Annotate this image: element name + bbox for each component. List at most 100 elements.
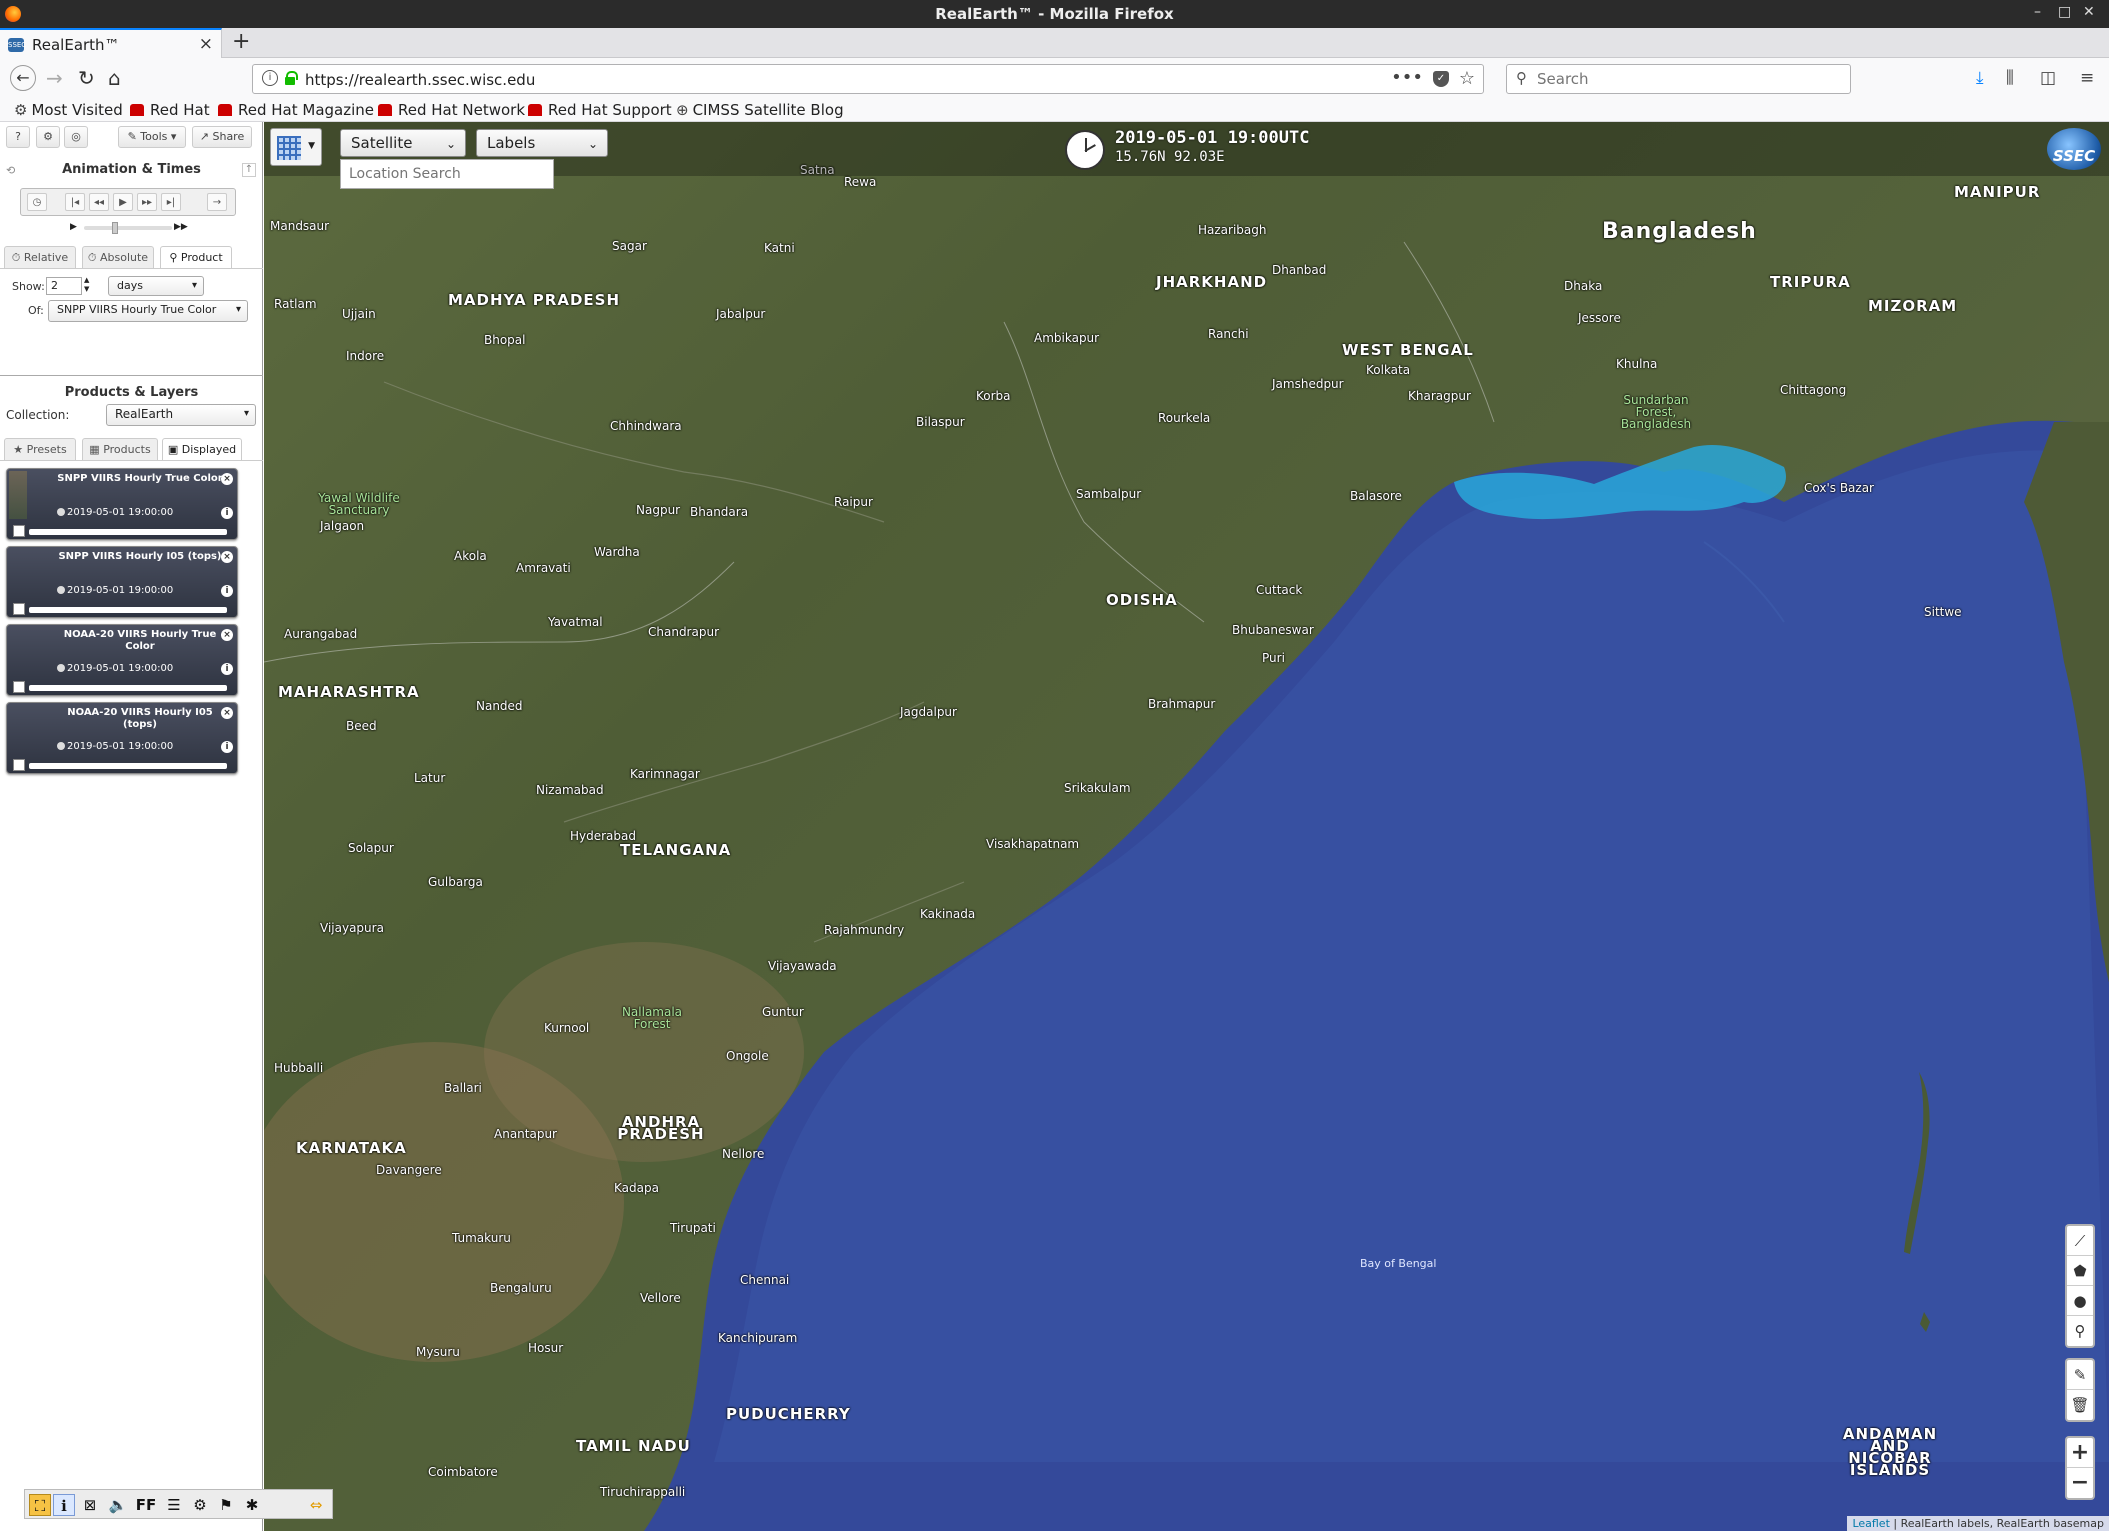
minimize-icon[interactable]: – (2034, 4, 2041, 20)
remove-layer-icon[interactable]: × (221, 629, 233, 641)
info-icon[interactable]: ℹ (53, 1494, 75, 1516)
layer-card[interactable]: SNPP VIIRS Hourly True Color × 2019-05-0… (6, 468, 238, 540)
menu-icon[interactable]: ≡ (2080, 68, 2094, 88)
close-box-icon[interactable]: ⊠ (79, 1494, 101, 1516)
show-count-input[interactable]: 2 (46, 277, 82, 295)
layer-info-icon[interactable]: i (221, 663, 233, 675)
play-button[interactable]: ▶ (113, 193, 133, 211)
clock-icon[interactable]: ◷ (27, 193, 47, 211)
show-unit-select[interactable]: days ▾ (108, 276, 204, 296)
back-button[interactable]: ← (10, 65, 36, 91)
menu-icon[interactable]: ☰ (163, 1494, 185, 1516)
browser-tab[interactable]: SSEC RealEarth™ × (0, 28, 222, 59)
bookmark-red-hat[interactable]: Red Hat (130, 101, 210, 119)
settings-gear-icon[interactable]: ⚙ (36, 126, 60, 148)
home-button[interactable]: ⌂ (108, 66, 121, 90)
remove-layer-icon[interactable]: × (221, 551, 233, 563)
of-product-select[interactable]: SNPP VIIRS Hourly True Color ▾ (48, 300, 248, 322)
site-info-icon[interactable]: i (262, 70, 278, 86)
map-canvas[interactable]: MADHYA PRADESH JHARKHAND WEST BENGAL Ban… (264, 122, 2109, 1531)
labels-select[interactable]: Labels ⌄ (476, 129, 608, 157)
bookmark-cimss-blog[interactable]: ⊕ CIMSS Satellite Blog (676, 101, 844, 119)
layer-visible-checkbox[interactable] (13, 759, 25, 771)
help-button[interactable]: ? (6, 126, 30, 148)
step-forward-button[interactable]: ▸▸ (137, 193, 157, 211)
reload-button[interactable]: ↻ (78, 66, 95, 90)
tools-button[interactable]: ✎ Tools ▾ (118, 126, 186, 148)
bookmark-most-visited[interactable]: ⚙ Most Visited (14, 101, 123, 119)
expand-arrow-button[interactable]: → (207, 193, 227, 211)
new-tab-button[interactable]: + (232, 29, 250, 54)
tab-product[interactable]: ⚲ Product (160, 246, 232, 268)
close-tab-icon[interactable]: × (199, 34, 213, 54)
remove-layer-icon[interactable]: × (221, 707, 233, 719)
edit-icon[interactable]: ✎ (2067, 1360, 2093, 1390)
last-frame-button[interactable]: ▸| (161, 193, 181, 211)
collection-select[interactable]: RealEarth ▾ (106, 404, 256, 426)
downloads-icon[interactable]: ⤓ (1976, 68, 1984, 88)
count-stepper-icon[interactable]: ▲ ▼ (84, 276, 89, 294)
draw-line-icon[interactable]: ⟋ (2067, 1226, 2093, 1256)
layer-visible-checkbox[interactable] (13, 603, 25, 615)
layer-card[interactable]: NOAA-20 VIIRS Hourly True Color × 2019-0… (6, 624, 238, 696)
opacity-slider[interactable] (29, 763, 227, 769)
layer-card[interactable]: NOAA-20 VIIRS Hourly I05 (tops) × 2019-0… (6, 702, 238, 774)
user-icon[interactable]: ◎ (64, 126, 88, 148)
trash-icon[interactable]: 🗑 (2067, 1390, 2093, 1420)
opacity-slider[interactable] (29, 607, 227, 613)
tab-products[interactable]: ▦ Products (82, 438, 158, 460)
layer-visible-checkbox[interactable] (13, 525, 25, 537)
zoom-in-button[interactable]: + (2067, 1438, 2093, 1468)
layer-info-icon[interactable]: i (221, 585, 233, 597)
tab-absolute[interactable]: ⏱ Absolute (82, 246, 154, 268)
basemap-select[interactable]: Satellite ⌄ (340, 129, 466, 157)
tab-relative[interactable]: ⏱ Relative (4, 246, 76, 268)
draw-polygon-icon[interactable]: ⬟ (2067, 1256, 2093, 1286)
tab-displayed[interactable]: ▣ Displayed (162, 438, 242, 460)
ssec-logo[interactable]: SSEC (2047, 128, 2101, 170)
tab-presets[interactable]: ★ Presets (4, 438, 76, 460)
flag-icon[interactable]: ⚑ (215, 1494, 237, 1516)
sidebar-icon[interactable]: ◫ (2040, 68, 2056, 88)
arrows-icon[interactable]: ⇔ (305, 1494, 327, 1516)
layer-info-icon[interactable]: i (221, 507, 233, 519)
maximize-icon[interactable]: □ (2058, 4, 2071, 20)
ff-icon[interactable]: FF (135, 1494, 157, 1516)
leaflet-link[interactable]: Leaflet (1852, 1517, 1889, 1530)
layer-visible-checkbox[interactable] (13, 681, 25, 693)
url-bar[interactable]: i https://realearth.ssec.wisc.edu ••• ✓ … (252, 64, 1484, 94)
layer-card[interactable]: SNPP VIIRS Hourly I05 (tops) × 2019-05-0… (6, 546, 238, 618)
zoom-out-button[interactable]: − (2067, 1468, 2093, 1498)
remove-layer-icon[interactable]: × (221, 473, 233, 485)
page-actions-icon[interactable]: ••• (1391, 67, 1423, 88)
bookmark-red-hat-network[interactable]: Red Hat Network (378, 101, 525, 119)
speaker-icon[interactable]: 🔈 (107, 1494, 129, 1516)
layer-switcher-button[interactable]: ▼ (270, 128, 322, 166)
speed-slider[interactable] (84, 222, 172, 234)
bookmark-red-hat-magazine[interactable]: Red Hat Magazine (218, 101, 374, 119)
pocket-icon[interactable]: ✓ (1433, 71, 1449, 87)
pin-icon[interactable]: ↑ (242, 163, 256, 177)
forward-button[interactable]: → (46, 66, 63, 90)
close-window-icon[interactable]: ✕ (2083, 4, 2095, 20)
bug-icon[interactable]: ✱ (241, 1494, 263, 1516)
draw-marker-icon[interactable]: ⚲ (2067, 1316, 2093, 1346)
bookmark-red-hat-support[interactable]: Red Hat Support (528, 101, 672, 119)
bookmark-star-icon[interactable]: ☆ (1459, 68, 1475, 89)
app-icon[interactable]: ⛶ (29, 1494, 51, 1516)
search-bar[interactable]: ⚲ (1506, 64, 1851, 94)
location-search-input[interactable] (340, 159, 554, 189)
opacity-slider[interactable] (29, 529, 227, 535)
library-icon[interactable]: ⫼ (2006, 68, 2014, 88)
layer-info-icon[interactable]: i (221, 741, 233, 753)
puzzle-icon[interactable]: ⚙ (189, 1494, 211, 1516)
opacity-slider[interactable] (29, 685, 227, 691)
search-input[interactable] (1537, 70, 1837, 88)
label-ranchi: Ranchi (1208, 327, 1249, 341)
step-back-button[interactable]: ◂◂ (89, 193, 109, 211)
draw-circle-icon[interactable]: ● (2067, 1286, 2093, 1316)
url-text[interactable]: https://realearth.ssec.wisc.edu (305, 71, 535, 89)
first-frame-button[interactable]: |◂ (65, 193, 85, 211)
speed-slider-handle[interactable] (112, 222, 118, 234)
share-button[interactable]: ↗ Share (192, 126, 252, 148)
